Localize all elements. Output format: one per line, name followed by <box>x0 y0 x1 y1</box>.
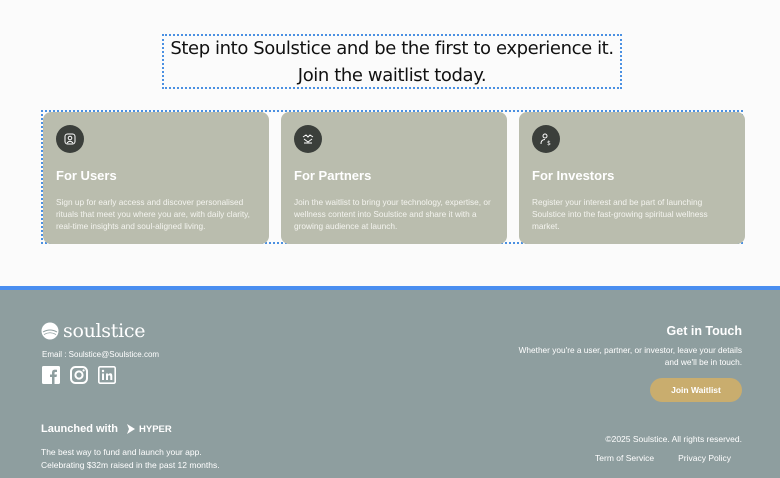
card-investors[interactable]: $ For Investors Register your interest a… <box>519 112 745 244</box>
launched-with: Launched with HYPER <box>41 423 172 435</box>
get-in-touch-heading: Get in Touch <box>666 324 742 338</box>
terms-link[interactable]: Term of Service <box>595 453 654 463</box>
contact-email[interactable]: Email : Soulstice@Soulstice.com <box>42 350 159 359</box>
privacy-link[interactable]: Privacy Policy <box>678 453 731 463</box>
card-description: Sign up for early access and discover pe… <box>56 197 250 231</box>
audience-cards: For Users Sign up for early access and d… <box>41 110 745 244</box>
instagram-icon[interactable] <box>70 366 88 384</box>
social-links <box>42 366 116 384</box>
hyper-label: HYPER <box>139 423 172 435</box>
tagline-line-1: The best way to fund and launch your app… <box>41 447 202 457</box>
user-icon <box>56 125 84 153</box>
hero-heading: Step into Soulstice and be the first to … <box>162 34 622 89</box>
investor-icon: $ <box>532 125 560 153</box>
hero-line-2: Join the waitlist today. <box>297 64 487 86</box>
svg-text:$: $ <box>547 140 551 146</box>
handshake-icon <box>294 125 322 153</box>
card-description: Register your interest and be part of la… <box>532 197 708 231</box>
copyright: ©2025 Soulstice. All rights reserved. <box>605 434 742 444</box>
hero-line-1: Step into Soulstice and be the first to … <box>170 37 614 59</box>
logo-mark-icon <box>41 322 59 340</box>
card-title: For Users <box>56 168 117 183</box>
brand-logo[interactable]: soulstice <box>41 320 145 342</box>
card-partners[interactable]: For Partners Join the waitlist to bring … <box>281 112 507 244</box>
card-description: Join the waitlist to bring your technolo… <box>294 197 491 231</box>
facebook-icon[interactable] <box>42 366 60 384</box>
legal-links: Term of Service Privacy Policy <box>595 453 731 463</box>
footer: soulstice Email : Soulstice@Soulstice.co… <box>0 286 780 478</box>
launched-with-label: Launched with <box>41 423 118 435</box>
linkedin-icon[interactable] <box>98 366 116 384</box>
brand-name: soulstice <box>63 320 146 342</box>
hyper-tagline: The best way to fund and launch your app… <box>41 446 220 472</box>
hyper-logo[interactable]: HYPER <box>126 424 172 435</box>
card-title: For Partners <box>294 168 372 183</box>
card-users[interactable]: For Users Sign up for early access and d… <box>43 112 269 244</box>
hyper-arrow-icon <box>127 424 135 434</box>
join-waitlist-button[interactable]: Join Waitlist <box>650 378 742 402</box>
get-in-touch-description: Whether you're a user, partner, or inves… <box>518 345 742 367</box>
tagline-line-2: Celebrating $32m raised in the past 12 m… <box>41 460 220 470</box>
card-title: For Investors <box>532 168 615 183</box>
